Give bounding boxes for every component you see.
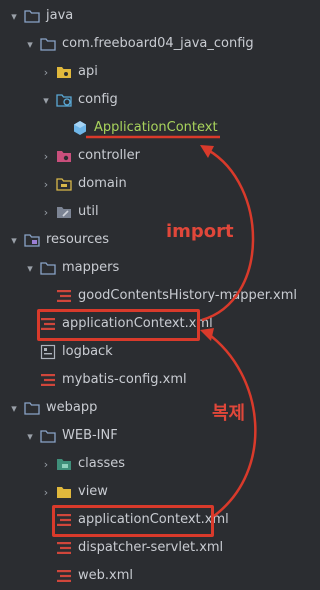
tree-row-java[interactable]: ▾ java (0, 2, 312, 30)
classes-folder-icon (56, 456, 72, 472)
chevron-down-icon[interactable]: ▾ (8, 400, 20, 416)
chevron-down-icon[interactable]: ▾ (8, 232, 20, 248)
util-folder-icon (56, 204, 72, 220)
xml-file-icon (40, 316, 56, 332)
tree-row-controller[interactable]: › controller (0, 142, 320, 170)
copy-annotation: 복제 (212, 403, 246, 424)
resources-folder-icon (24, 232, 40, 248)
chevron-down-icon[interactable]: ▾ (24, 260, 36, 276)
java-class-icon (72, 120, 88, 136)
tree-row-good-mapper-xml[interactable]: goodContentsHistory-mapper.xml (0, 282, 320, 310)
tree-row-webapp[interactable]: ▾ webapp (0, 394, 312, 422)
tree-label: resources (46, 232, 110, 247)
tree-row-mybatis-config-xml[interactable]: mybatis-config.xml (0, 366, 320, 394)
tree-label: mybatis-config.xml (62, 372, 187, 387)
tree-label: controller (78, 148, 141, 163)
tree-row-dispatcher-servlet-xml[interactable]: dispatcher-servlet.xml (0, 534, 320, 562)
tree-label: applicationContext.xml (62, 316, 213, 331)
tree-label: applicationContext.xml (78, 512, 229, 527)
folder-icon (40, 428, 56, 444)
tree-label: ApplicationContext (94, 120, 218, 135)
controller-folder-icon (56, 148, 72, 164)
tree-label: WEB-INF (62, 428, 118, 443)
import-annotation: import (166, 221, 234, 242)
tree-row-web-xml[interactable]: web.xml (0, 562, 320, 590)
chevron-down-icon[interactable]: ▾ (40, 92, 52, 108)
chevron-down-icon[interactable]: ▾ (24, 36, 36, 52)
folder-icon (24, 8, 40, 24)
chevron-right-icon[interactable]: › (40, 484, 52, 500)
chevron-down-icon[interactable]: ▾ (8, 8, 20, 24)
xml-file-icon (56, 540, 72, 556)
tree-label: mappers (62, 260, 120, 275)
tree-label: web.xml (78, 568, 133, 583)
tree-label: goodContentsHistory-mapper.xml (78, 288, 297, 303)
chevron-down-icon[interactable]: ▾ (24, 428, 36, 444)
tree-row-webinf-applicationcontext-xml[interactable]: applicationContext.xml (0, 506, 320, 534)
chevron-right-icon[interactable]: › (40, 456, 52, 472)
tree-label: logback (62, 344, 113, 359)
logback-file-icon (40, 344, 56, 360)
project-tree: ▾ java ▾ com.freeboard04_java_config › a… (0, 0, 304, 590)
tree-label: util (78, 204, 99, 219)
xml-file-icon (40, 372, 56, 388)
tree-row-logback[interactable]: logback (0, 338, 320, 366)
tree-row-util[interactable]: › util (0, 198, 320, 226)
tree-label: view (78, 484, 108, 499)
tree-row-resources[interactable]: ▾ resources (0, 226, 312, 254)
chevron-right-icon[interactable]: › (40, 176, 52, 192)
tree-label: api (78, 64, 98, 79)
config-folder-icon (56, 92, 72, 108)
tree-label: domain (78, 176, 127, 191)
chevron-right-icon[interactable]: › (40, 204, 52, 220)
tree-label: config (78, 92, 118, 107)
folder-icon (40, 260, 56, 276)
tree-label: com.freeboard04_java_config (62, 36, 254, 51)
tree-label: webapp (46, 400, 98, 415)
xml-file-icon (56, 512, 72, 528)
tree-row-applicationcontext-class[interactable]: ApplicationContext (0, 114, 320, 142)
chevron-right-icon[interactable]: › (40, 64, 52, 80)
tree-row-api[interactable]: › api (0, 58, 320, 86)
folder-icon (24, 400, 40, 416)
tree-label: java (46, 8, 74, 23)
tree-row-web-inf[interactable]: ▾ WEB-INF (0, 422, 320, 450)
xml-file-icon (56, 288, 72, 304)
tree-row-mappers[interactable]: ▾ mappers (0, 254, 320, 282)
tree-row-package[interactable]: ▾ com.freeboard04_java_config (0, 30, 320, 58)
tree-label: dispatcher-servlet.xml (78, 540, 224, 555)
tree-row-domain[interactable]: › domain (0, 170, 320, 198)
chevron-right-icon[interactable]: › (40, 148, 52, 164)
view-folder-icon (56, 484, 72, 500)
domain-folder-icon (56, 176, 72, 192)
xml-file-icon (56, 568, 72, 584)
folder-icon (40, 36, 56, 52)
tree-row-view[interactable]: › view (0, 478, 320, 506)
tree-label: classes (78, 456, 126, 471)
tree-row-classes[interactable]: › classes (0, 450, 320, 478)
tree-row-resources-applicationcontext-xml[interactable]: applicationContext.xml (0, 310, 320, 338)
tree-row-config[interactable]: ▾ config (0, 86, 320, 114)
package-folder-icon (56, 64, 72, 80)
